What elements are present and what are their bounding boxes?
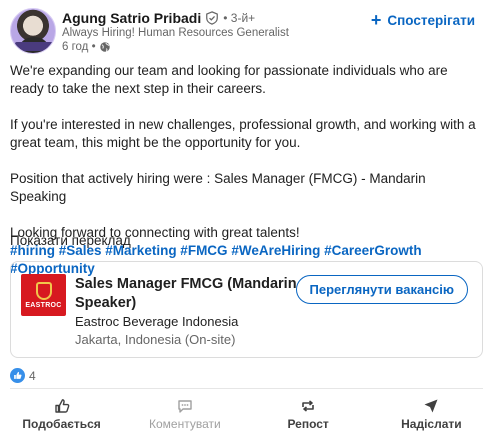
author-name[interactable]: Agung Satrio Pribadi bbox=[62, 10, 201, 26]
author-avatar[interactable] bbox=[10, 8, 56, 54]
like-button[interactable]: Подобається bbox=[0, 392, 123, 436]
eastroc-emblem-icon bbox=[35, 281, 52, 300]
verified-shield-icon bbox=[206, 11, 219, 25]
company-logo-text: EASTROC bbox=[25, 301, 62, 309]
author-headline: Always Hiring! Human Resources Generalis… bbox=[62, 27, 289, 39]
post-time-row: 6 год • bbox=[62, 41, 111, 53]
show-translation-link[interactable]: Показати переклад bbox=[10, 233, 131, 248]
like-reaction-icon bbox=[10, 368, 25, 383]
send-button[interactable]: Надіслати bbox=[370, 392, 493, 436]
connection-degree: • 3-й+ bbox=[223, 11, 256, 25]
reactions-count: 4 bbox=[29, 368, 36, 383]
comment-icon bbox=[178, 399, 192, 413]
repost-label: Репост bbox=[287, 416, 329, 431]
action-bar: Подобається Коментувати Репост Надіслати bbox=[0, 392, 493, 436]
job-location: Jakarta, Indonesia (On-site) bbox=[75, 332, 236, 347]
reactions-summary[interactable]: 4 bbox=[10, 368, 36, 383]
thumbs-up-icon bbox=[54, 398, 69, 413]
job-company: Eastroc Beverage Indonesia bbox=[75, 314, 239, 329]
view-job-button[interactable]: Переглянути вакансію bbox=[295, 275, 468, 304]
company-logo: EASTROC bbox=[21, 274, 66, 316]
follow-label: Спостерігати bbox=[387, 12, 475, 28]
comment-button[interactable]: Коментувати bbox=[123, 392, 246, 436]
post-time: 6 год • bbox=[62, 41, 96, 53]
post-header: Agung Satrio Pribadi • 3-й+ Always Hirin… bbox=[10, 8, 483, 54]
comment-label: Коментувати bbox=[149, 416, 221, 431]
job-title[interactable]: Sales Manager FMCG (Mandarin Speaker) bbox=[75, 275, 315, 313]
repost-button[interactable]: Репост bbox=[247, 392, 370, 436]
post-paragraph: We're expanding our team and looking for… bbox=[10, 63, 448, 96]
send-label: Надіслати bbox=[401, 416, 462, 431]
post-paragraph: If you're interested in new challenges, … bbox=[10, 117, 476, 150]
like-label: Подобається bbox=[22, 416, 101, 431]
plus-icon: + bbox=[370, 10, 382, 30]
post-paragraph: Position that actively hiring were : Sal… bbox=[10, 171, 426, 204]
divider bbox=[10, 388, 483, 389]
job-card[interactable]: EASTROC Sales Manager FMCG (Mandarin Spe… bbox=[10, 261, 483, 358]
author-row: Agung Satrio Pribadi • 3-й+ bbox=[62, 10, 255, 26]
send-icon bbox=[424, 399, 438, 412]
globe-icon bbox=[99, 42, 110, 52]
repost-icon bbox=[302, 399, 314, 412]
follow-button[interactable]: + Спостерігати bbox=[371, 11, 475, 29]
